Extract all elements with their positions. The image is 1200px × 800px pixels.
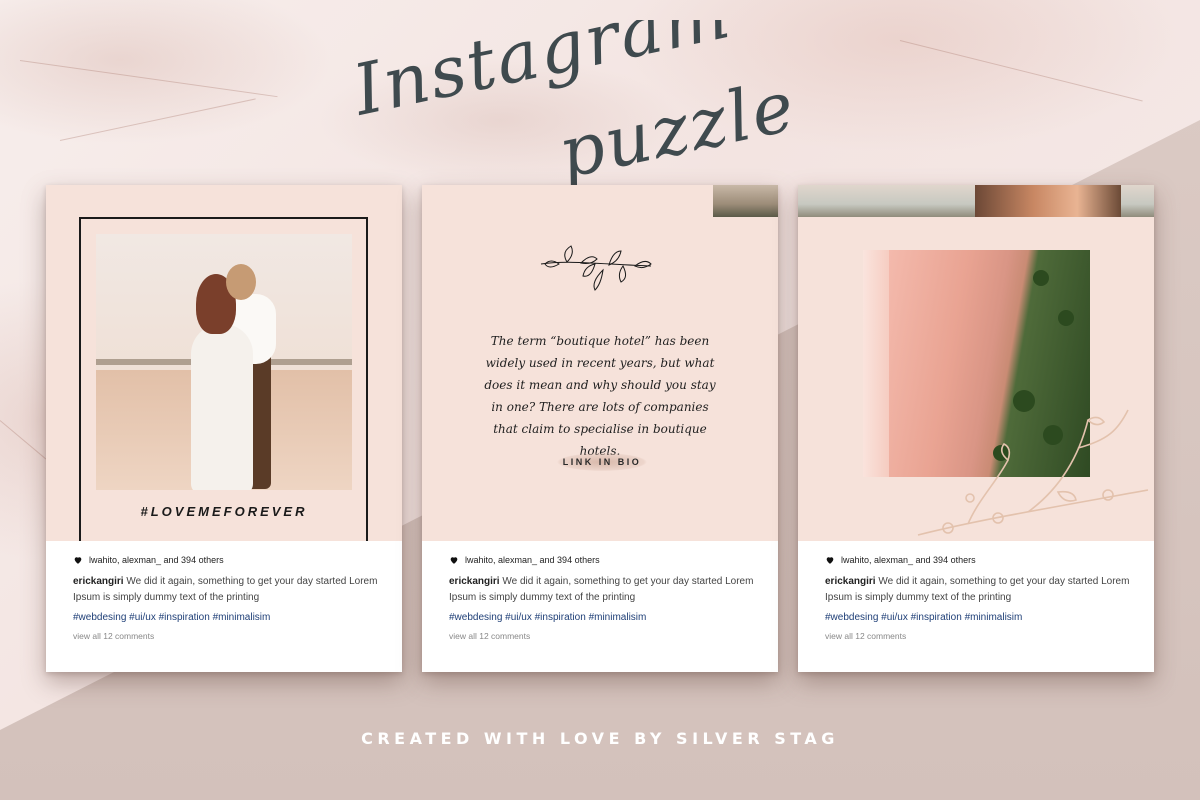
hashtag-link[interactable]: #webdesing bbox=[825, 612, 878, 623]
post-caption: lwahito, alexman_ and 394 others erickan… bbox=[449, 555, 758, 641]
hashtag-link[interactable]: #minimalisim bbox=[213, 612, 271, 623]
instagram-post-card-3: lwahito, alexman_ and 394 others erickan… bbox=[798, 185, 1154, 672]
post-image-panel[interactable]: The term “boutique hotel” has been widel… bbox=[422, 185, 778, 541]
caption-text: erickangiri We did it again, something t… bbox=[73, 574, 382, 606]
caption-text: erickangiri We did it again, something t… bbox=[825, 574, 1134, 606]
likes-row: lwahito, alexman_ and 394 others bbox=[825, 555, 1134, 565]
post-caption: lwahito, alexman_ and 394 others erickan… bbox=[825, 555, 1134, 641]
link-in-bio-button[interactable]: LINK IN BIO bbox=[546, 450, 658, 474]
view-comments-link[interactable]: view all 12 comments bbox=[73, 631, 382, 641]
hashtag-link[interactable]: #webdesing bbox=[449, 612, 502, 623]
hashtag-link[interactable]: #minimalisim bbox=[589, 612, 647, 623]
caption-text: erickangiri We did it again, something t… bbox=[449, 574, 758, 606]
username[interactable]: erickangiri bbox=[449, 576, 500, 587]
hashtag-link[interactable]: #minimalisim bbox=[965, 612, 1023, 623]
likes-row: lwahito, alexman_ and 394 others bbox=[449, 555, 758, 565]
hashtags: #webdesing #ui/ux #inspiration #minimali… bbox=[825, 612, 1134, 623]
likes-text: lwahito, alexman_ and 394 others bbox=[89, 555, 224, 565]
quote-text: The term “boutique hotel” has been widel… bbox=[484, 334, 716, 458]
likes-row: lwahito, alexman_ and 394 others bbox=[73, 555, 382, 565]
post-image-panel[interactable] bbox=[798, 185, 1154, 541]
hashtag-link[interactable]: #ui/ux bbox=[129, 612, 156, 623]
couple-photo bbox=[96, 234, 352, 490]
photo-strip bbox=[713, 185, 778, 217]
palm-tree bbox=[1033, 270, 1049, 286]
footer-credit: CREATED WITH LOVE BY SILVER STAG bbox=[361, 729, 839, 748]
groom-head bbox=[226, 264, 256, 300]
instagram-post-card-2: The term “boutique hotel” has been widel… bbox=[422, 185, 778, 672]
post-caption: lwahito, alexman_ and 394 others erickan… bbox=[73, 555, 382, 641]
hashtag-link[interactable]: #inspiration bbox=[159, 612, 210, 623]
view-comments-link[interactable]: view all 12 comments bbox=[449, 631, 758, 641]
floral-branch-icon bbox=[917, 409, 1149, 536]
heart-icon[interactable] bbox=[73, 555, 83, 565]
hashtag-link[interactable]: #inspiration bbox=[535, 612, 586, 623]
branch-icon bbox=[540, 245, 652, 291]
likes-text: lwahito, alexman_ and 394 others bbox=[465, 555, 600, 565]
username[interactable]: erickangiri bbox=[73, 576, 124, 587]
hashtags: #webdesing #ui/ux #inspiration #minimali… bbox=[449, 612, 758, 623]
hands-photo-strip bbox=[975, 185, 1121, 217]
ocean-wave bbox=[863, 250, 889, 477]
bride-dress bbox=[191, 324, 253, 490]
instagram-post-card-1: #LOVEMEFOREVER lwahito, alexman_ and 394… bbox=[46, 185, 402, 672]
heart-icon[interactable] bbox=[825, 555, 835, 565]
hashtag-link[interactable]: #ui/ux bbox=[881, 612, 908, 623]
heart-icon[interactable] bbox=[449, 555, 459, 565]
hashtags: #webdesing #ui/ux #inspiration #minimali… bbox=[73, 612, 382, 623]
likes-text: lwahito, alexman_ and 394 others bbox=[841, 555, 976, 565]
post-image-panel[interactable]: #LOVEMEFOREVER bbox=[46, 185, 402, 541]
username[interactable]: erickangiri bbox=[825, 576, 876, 587]
hashtag-link[interactable]: #inspiration bbox=[911, 612, 962, 623]
palm-tree bbox=[1058, 310, 1074, 326]
view-comments-link[interactable]: view all 12 comments bbox=[825, 631, 1134, 641]
hashtag-link[interactable]: #ui/ux bbox=[505, 612, 532, 623]
post-hashtag-title: #LOVEMEFOREVER bbox=[140, 504, 308, 519]
script-title: Instagram puzzle bbox=[340, 0, 860, 195]
hashtag-link[interactable]: #webdesing bbox=[73, 612, 126, 623]
